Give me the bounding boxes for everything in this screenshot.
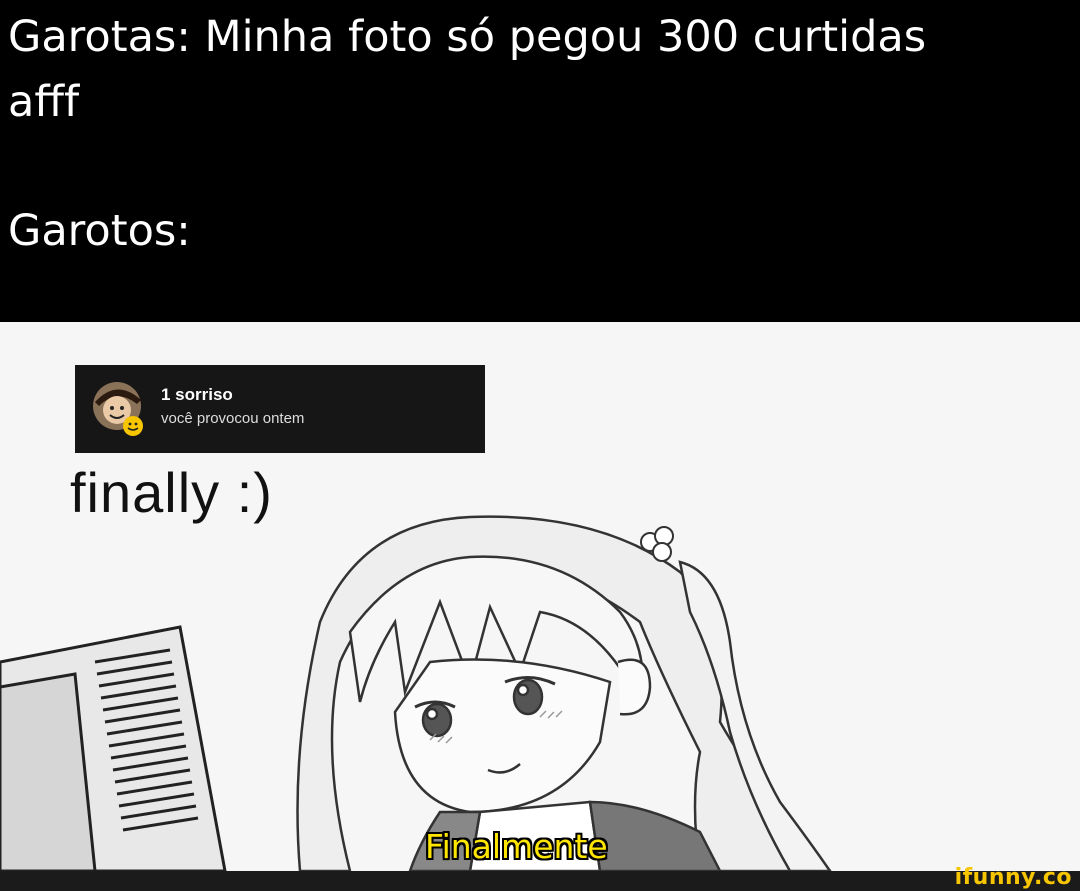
- caption-line-1: Garotas: Minha foto só pegou 300 curtida…: [8, 12, 927, 62]
- notification-card: 1 sorriso você provocou ontem: [75, 365, 485, 453]
- face-drawing: [393, 658, 652, 814]
- smiley-avatar-icon: [93, 382, 143, 436]
- caption-area: Garotas: Minha foto só pegou 300 curtida…: [0, 0, 1080, 322]
- notification-title: 1 sorriso: [161, 385, 233, 404]
- anime-girl-illustration: [0, 515, 832, 871]
- caption-line-3: Garotos:: [8, 206, 191, 256]
- watermark-bar: ifunny.co: [0, 865, 1080, 891]
- subtitle-text: Finalmente: [425, 827, 608, 866]
- caption-line-2: afff: [8, 77, 80, 127]
- notification-subtitle: você provocou ontem: [161, 410, 305, 427]
- watermark-logo[interactable]: ifunny.co: [955, 865, 1072, 890]
- meme-image-panel: 1 sorriso você provocou ontem finally :): [0, 322, 1080, 871]
- computer-monitor-drawing: [0, 625, 227, 871]
